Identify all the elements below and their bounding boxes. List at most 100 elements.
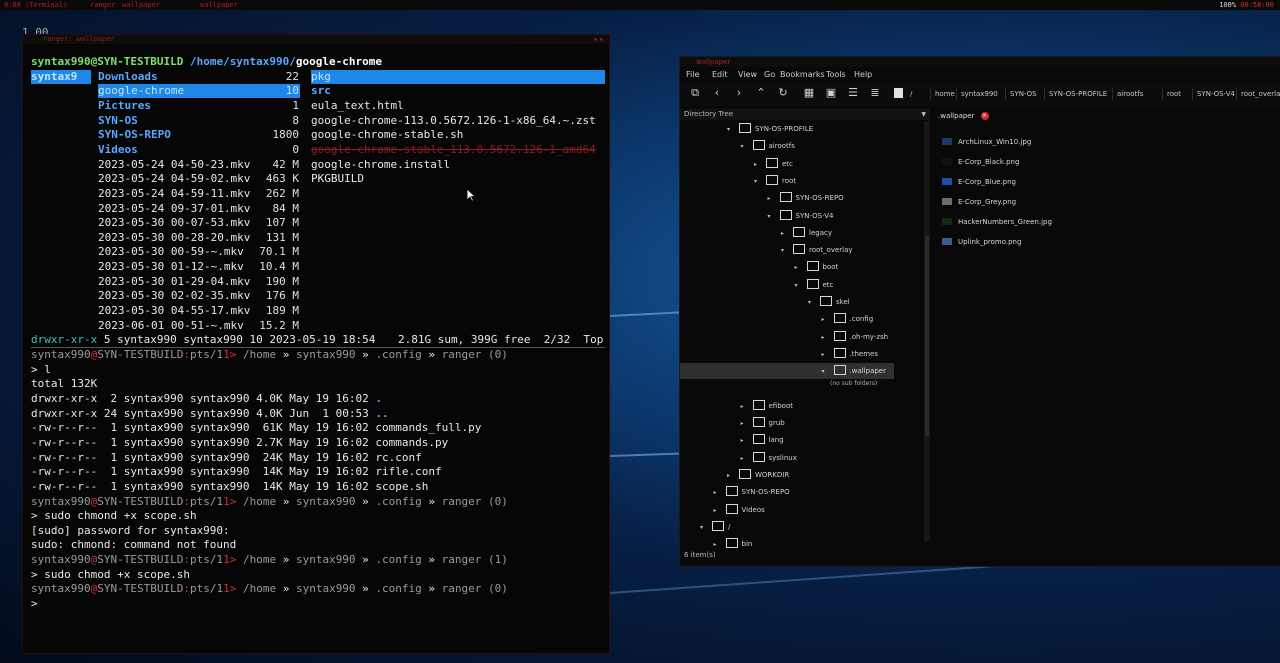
path-bar-toggle-icon[interactable] xyxy=(894,88,903,98)
back-icon[interactable]: ‹ xyxy=(710,86,724,100)
file-item[interactable]: ArchLinux_Win10.jpg xyxy=(942,135,1031,149)
workspace-tag[interactable]: ranger xyxy=(90,0,115,10)
chevron-right-icon[interactable]: ▸ xyxy=(795,260,807,276)
breadcrumb-item[interactable]: syntax990 xyxy=(956,88,1002,100)
file-item[interactable]: E-Corp_Blue.png xyxy=(942,175,1016,189)
tree-node[interactable]: ▸ SYN-OS-REPO xyxy=(714,484,790,500)
breadcrumb-item[interactable]: airootfs xyxy=(1112,88,1147,100)
chevron-right-icon[interactable]: ▸ xyxy=(714,503,726,519)
tree-node[interactable]: ▾ SYN-OS-PROFILE xyxy=(727,121,813,137)
chevron-right-icon[interactable]: ▸ xyxy=(822,312,834,328)
detail-view-icon[interactable]: ≣ xyxy=(868,86,882,100)
chevron-right-icon[interactable]: ▸ xyxy=(741,416,753,432)
tab-wallpaper[interactable]: .wallpaper × xyxy=(938,111,989,121)
tree-node[interactable]: ▸ bin xyxy=(714,536,752,552)
breadcrumb-item[interactable]: home xyxy=(930,88,959,100)
tree-node[interactable]: ▸ WORKDIR xyxy=(727,467,789,483)
menu-bookmarks[interactable]: Bookmarks xyxy=(780,68,825,82)
ranger-preview-entry[interactable]: pkg xyxy=(311,69,605,84)
ranger-preview-entry[interactable]: google-chrome-stable_113.0.5672.126-1_am… xyxy=(311,143,596,157)
chevron-right-icon[interactable]: ▸ xyxy=(727,468,739,484)
tree-node[interactable]: ▸ grub xyxy=(741,415,785,431)
breadcrumb-item[interactable]: SYN-OS-V4 xyxy=(1192,88,1239,100)
fm-titlebar[interactable]: wallpaper xyxy=(680,57,1280,67)
file-item[interactable]: E-Corp_Black.png xyxy=(942,155,1019,169)
breadcrumb-item[interactable]: root_overlay xyxy=(1236,88,1280,100)
chevron-down-icon[interactable]: ▾ xyxy=(808,295,820,311)
tree-node[interactable]: ▾ root_overlay xyxy=(781,242,853,258)
tree-node[interactable]: ▸ .themes xyxy=(822,346,878,363)
chevron-right-icon[interactable]: ▸ xyxy=(822,330,834,346)
tree-node[interactable]: ▾ root xyxy=(754,173,796,189)
file-item[interactable]: HackerNumbers_Green.jpg xyxy=(942,215,1052,229)
terminal-window[interactable]: ranger: wallpaper ▪▪ syntax990@SYN-TESTB… xyxy=(22,34,610,654)
chevron-right-icon[interactable]: ▸ xyxy=(822,347,834,363)
chevron-down-icon[interactable]: ▾ xyxy=(754,174,766,190)
tree-node[interactable]: ▾ / xyxy=(700,519,730,535)
parent-column-entry[interactable]: syntax9 xyxy=(31,69,91,84)
new-tab-icon[interactable]: ⧉ xyxy=(688,86,702,100)
tree-node[interactable]: ▸ SYN-OS-REPO xyxy=(768,190,844,206)
chevron-down-icon[interactable]: ▼ xyxy=(921,109,926,120)
menu-go[interactable]: Go xyxy=(764,68,775,82)
breadcrumb-item[interactable]: SYN-OS-PROFILE xyxy=(1044,88,1111,100)
directory-tree-header[interactable]: Directory Tree ▼ xyxy=(680,109,930,120)
ranger-preview-entry[interactable]: google-chrome.install xyxy=(311,158,450,172)
ranger-preview-entry[interactable]: eula_text.html xyxy=(311,99,404,113)
file-manager-window[interactable]: wallpaper File Edit View Go Bookmarks To… xyxy=(679,56,1280,567)
file-item[interactable]: E-Corp_Grey.png xyxy=(942,195,1016,209)
tree-node[interactable]: ▾ airootfs xyxy=(741,138,795,154)
chevron-down-icon[interactable]: ▾ xyxy=(768,209,780,225)
terminal-titlebar[interactable]: ranger: wallpaper ▪▪ xyxy=(23,35,609,44)
ranger-preview-entry[interactable]: PKGBUILD xyxy=(311,172,364,186)
tree-node[interactable]: ▸ boot xyxy=(795,259,838,276)
icon-view-icon[interactable]: ▦ xyxy=(802,86,816,100)
menu-help[interactable]: Help xyxy=(854,68,872,82)
thumbnail-view-icon[interactable]: ▣ xyxy=(824,86,838,100)
close-tab-icon[interactable]: × xyxy=(980,112,989,120)
chevron-right-icon[interactable]: ▸ xyxy=(741,433,753,449)
compact-view-icon[interactable]: ☰ xyxy=(846,86,860,100)
tree-scrollbar[interactable] xyxy=(924,121,930,541)
forward-icon[interactable]: › xyxy=(732,86,746,100)
chevron-down-icon[interactable]: ▾ xyxy=(781,243,793,259)
chevron-down-icon[interactable]: ▾ xyxy=(795,278,807,294)
chevron-right-icon[interactable]: ▸ xyxy=(781,226,793,242)
breadcrumb-root[interactable]: / xyxy=(906,88,916,100)
tree-node[interactable]: ▸ lang xyxy=(741,432,784,448)
ranger-preview-entry[interactable]: src xyxy=(311,84,331,98)
tree-node[interactable]: ▸ legacy xyxy=(781,225,832,241)
tree-node[interactable]: ▸ .oh-my-zsh xyxy=(822,329,888,346)
scrollbar-thumb[interactable] xyxy=(925,236,929,436)
workspace-tag[interactable]: 0:00 (Terminal) xyxy=(4,0,67,10)
chevron-right-icon[interactable]: ▸ xyxy=(741,451,753,467)
tree-node[interactable]: ▸ syslinux xyxy=(741,450,797,466)
ranger-preview-entry[interactable]: google-chrome-stable.sh xyxy=(311,128,463,142)
tree-node[interactable]: ▾ SYN-OS-V4 xyxy=(768,208,834,224)
tree-node[interactable]: ▸ Videos xyxy=(714,502,765,518)
chevron-down-icon[interactable]: ▾ xyxy=(727,122,739,138)
directory-tree[interactable]: ▾ SYN-OS-PROFILE ▾ airootfs ▸ etc ▾ root ▸ SYN-OS… xyxy=(680,121,924,561)
chevron-right-icon[interactable]: ▸ xyxy=(768,191,780,207)
file-item[interactable]: Uplink_promo.png xyxy=(942,235,1021,249)
chevron-down-icon[interactable]: ▾ xyxy=(741,139,753,155)
chevron-right-icon[interactable]: ▸ xyxy=(754,157,766,173)
tree-node[interactable]: ▸ etc xyxy=(754,156,793,172)
refresh-icon[interactable]: ↻ xyxy=(776,86,790,100)
chevron-right-icon[interactable]: ▸ xyxy=(714,485,726,501)
chevron-down-icon[interactable]: ▾ xyxy=(700,520,712,536)
menu-edit[interactable]: Edit xyxy=(712,68,728,82)
up-icon[interactable]: ⌃ xyxy=(754,86,768,100)
chevron-right-icon[interactable]: ▸ xyxy=(741,399,753,415)
menu-tools[interactable]: Tools xyxy=(826,68,846,82)
tree-node[interactable]: ▾ etc xyxy=(795,277,833,294)
ranger-preview-entry[interactable]: google-chrome-113.0.5672.126-1-x86_64.~.… xyxy=(311,114,596,128)
menu-view[interactable]: View xyxy=(738,68,757,82)
breadcrumb-item[interactable]: root xyxy=(1162,88,1185,100)
workspace-tag[interactable]: wallpaper xyxy=(122,0,160,10)
tree-node[interactable]: ▸ .config xyxy=(822,311,873,328)
tree-node[interactable]: ▾ skel xyxy=(808,294,850,310)
breadcrumb-item[interactable]: SYN-OS xyxy=(1005,88,1041,100)
tree-node[interactable]: ▸ efiboot xyxy=(741,398,793,414)
menu-file[interactable]: File xyxy=(686,68,699,82)
